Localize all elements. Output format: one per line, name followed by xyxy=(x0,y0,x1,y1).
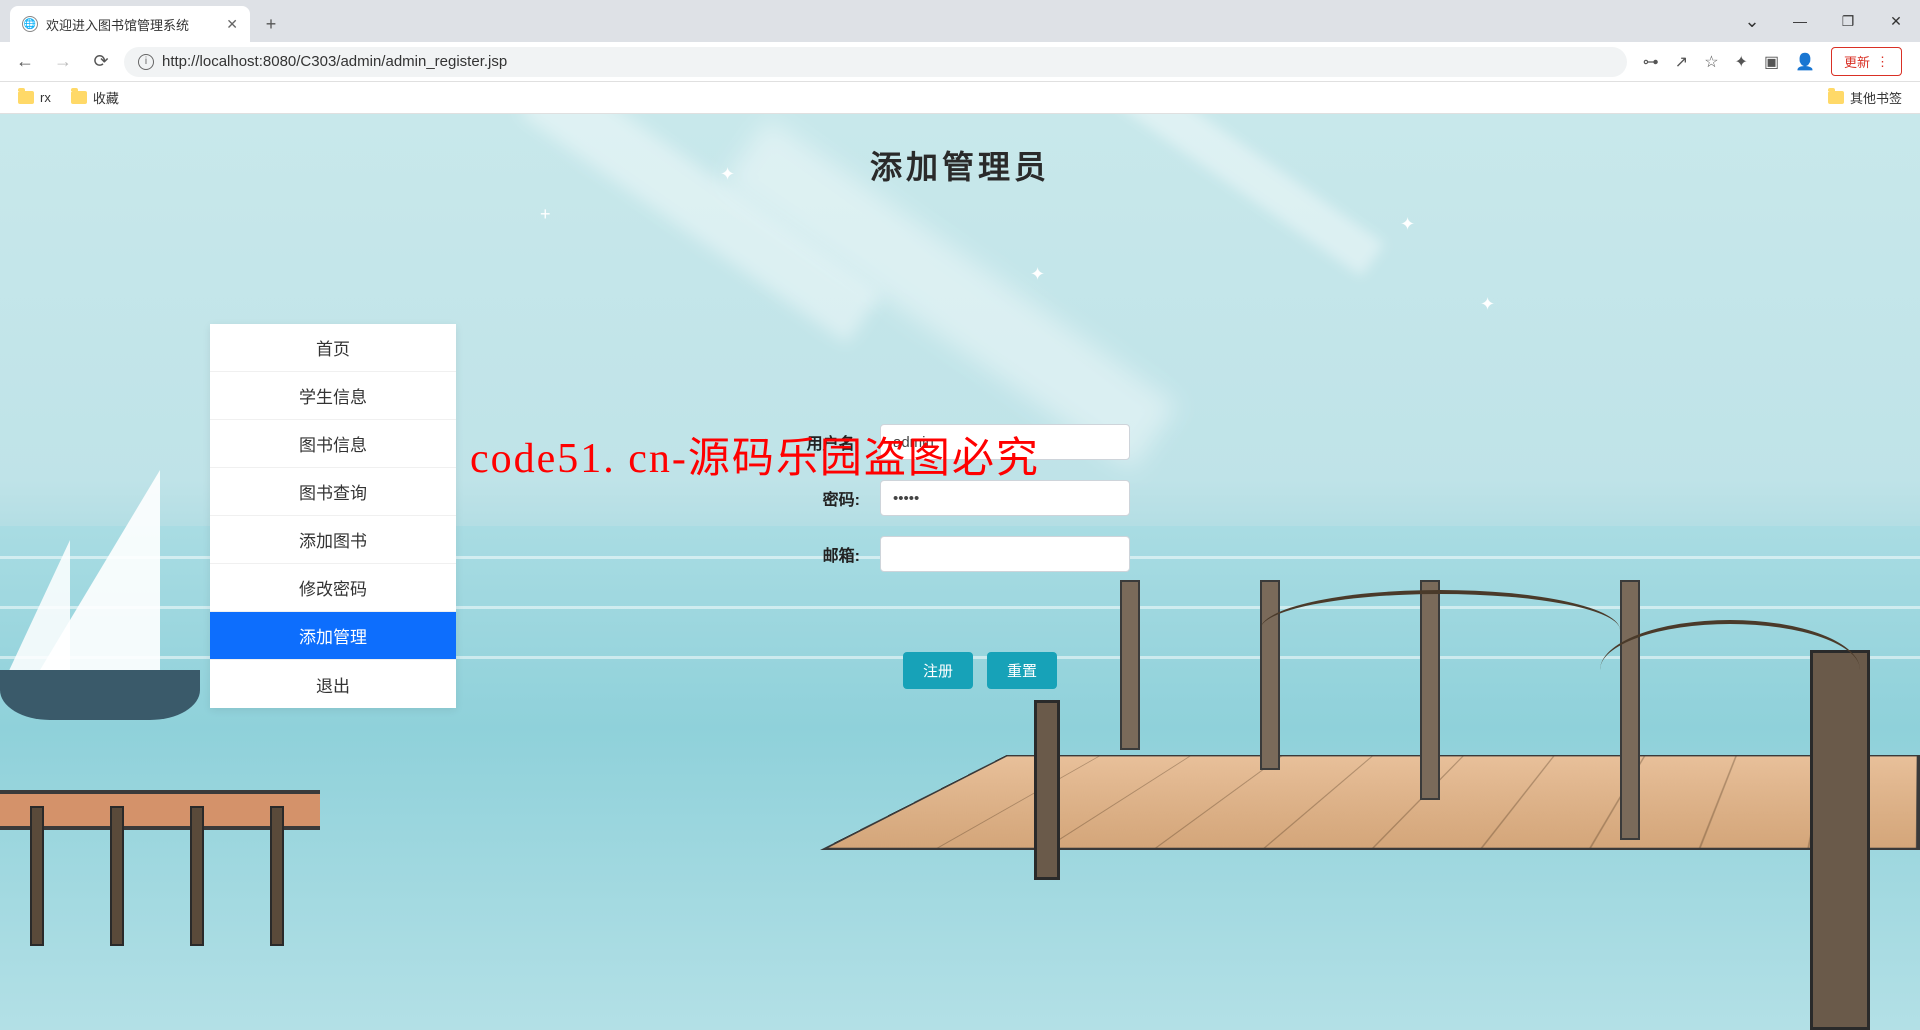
url-bar[interactable]: i http://localhost:8080/C303/admin/admin… xyxy=(124,47,1627,77)
bookmark-label: rx xyxy=(40,90,51,105)
back-button[interactable]: ← xyxy=(10,47,40,77)
sidebar-item-search[interactable]: 图书查询 xyxy=(210,468,456,516)
url-text: http://localhost:8080/C303/admin/admin_r… xyxy=(162,53,507,70)
browser-tab[interactable]: 🌐 欢迎进入图书馆管理系统 ✕ xyxy=(10,6,250,42)
submit-button[interactable]: 注册 xyxy=(903,652,973,689)
bookmark-favorites[interactable]: 收藏 xyxy=(71,88,119,107)
close-window-button[interactable]: ✕ xyxy=(1872,5,1920,37)
profile-icon[interactable]: 👤 xyxy=(1795,52,1815,72)
sidebar-item-home[interactable]: 首页 xyxy=(210,324,456,372)
form-row-password: 密码: xyxy=(750,480,1130,516)
panel-icon[interactable]: ▣ xyxy=(1764,52,1779,72)
maximize-button[interactable]: ❐ xyxy=(1824,5,1872,37)
form-buttons: 注册 重置 xyxy=(830,652,1130,689)
dropdown-icon[interactable]: ⌄ xyxy=(1728,5,1776,37)
watermark-text: code51. cn-源码乐园盗图必究 xyxy=(470,424,1040,485)
info-icon[interactable]: i xyxy=(138,54,154,70)
share-icon[interactable]: ↗ xyxy=(1675,52,1688,72)
password-label: 密码: xyxy=(750,486,880,510)
reset-button[interactable]: 重置 xyxy=(987,652,1057,689)
sidebar-item-add-admin[interactable]: 添加管理 xyxy=(210,612,456,660)
minimize-button[interactable]: — xyxy=(1776,5,1824,37)
folder-icon xyxy=(71,91,87,104)
bookmark-label: 其他书签 xyxy=(1850,88,1902,107)
browser-tab-bar: 🌐 欢迎进入图书馆管理系统 ✕ + ⌄ — ❐ ✕ xyxy=(0,0,1920,42)
bookmark-label: 收藏 xyxy=(93,88,119,107)
new-tab-button[interactable]: + xyxy=(256,9,286,39)
window-controls: ⌄ — ❐ ✕ xyxy=(1728,0,1920,42)
sidebar-nav: 首页 学生信息 图书信息 图书查询 添加图书 修改密码 添加管理 退出 xyxy=(210,324,456,708)
reload-button[interactable]: ⟳ xyxy=(86,47,116,77)
sidebar-item-logout[interactable]: 退出 xyxy=(210,660,456,708)
sidebar-item-students[interactable]: 学生信息 xyxy=(210,372,456,420)
browser-toolbar: ← → ⟳ i http://localhost:8080/C303/admin… xyxy=(0,42,1920,82)
close-icon[interactable]: ✕ xyxy=(226,16,238,33)
folder-icon xyxy=(18,91,34,104)
page-title: 添加管理员 xyxy=(870,142,1050,188)
folder-icon xyxy=(1828,91,1844,104)
email-input[interactable] xyxy=(880,536,1130,572)
tab-title: 欢迎进入图书馆管理系统 xyxy=(46,15,189,34)
globe-icon: 🌐 xyxy=(22,16,38,32)
bookmarks-bar: rx 收藏 其他书签 xyxy=(0,82,1920,114)
toolbar-icons: ⊶ ↗ ☆ ✦ ▣ 👤 更新 ⋮ xyxy=(1635,47,1910,76)
sidebar-item-add-book[interactable]: 添加图书 xyxy=(210,516,456,564)
star-icon[interactable]: ☆ xyxy=(1704,52,1718,72)
other-bookmarks[interactable]: 其他书签 xyxy=(1828,88,1902,107)
password-input[interactable] xyxy=(880,480,1130,516)
bookmark-rx[interactable]: rx xyxy=(18,90,51,105)
page-viewport: ✦ ✦ ✦ ✦ + xyxy=(0,114,1920,1030)
extensions-icon[interactable]: ✦ xyxy=(1735,52,1748,72)
sidebar-item-books[interactable]: 图书信息 xyxy=(210,420,456,468)
email-label: 邮箱: xyxy=(750,542,880,566)
form-row-email: 邮箱: xyxy=(750,536,1130,572)
key-icon[interactable]: ⊶ xyxy=(1643,52,1659,72)
forward-button[interactable]: → xyxy=(48,47,78,77)
update-button[interactable]: 更新 ⋮ xyxy=(1831,47,1902,76)
sidebar-item-change-password[interactable]: 修改密码 xyxy=(210,564,456,612)
